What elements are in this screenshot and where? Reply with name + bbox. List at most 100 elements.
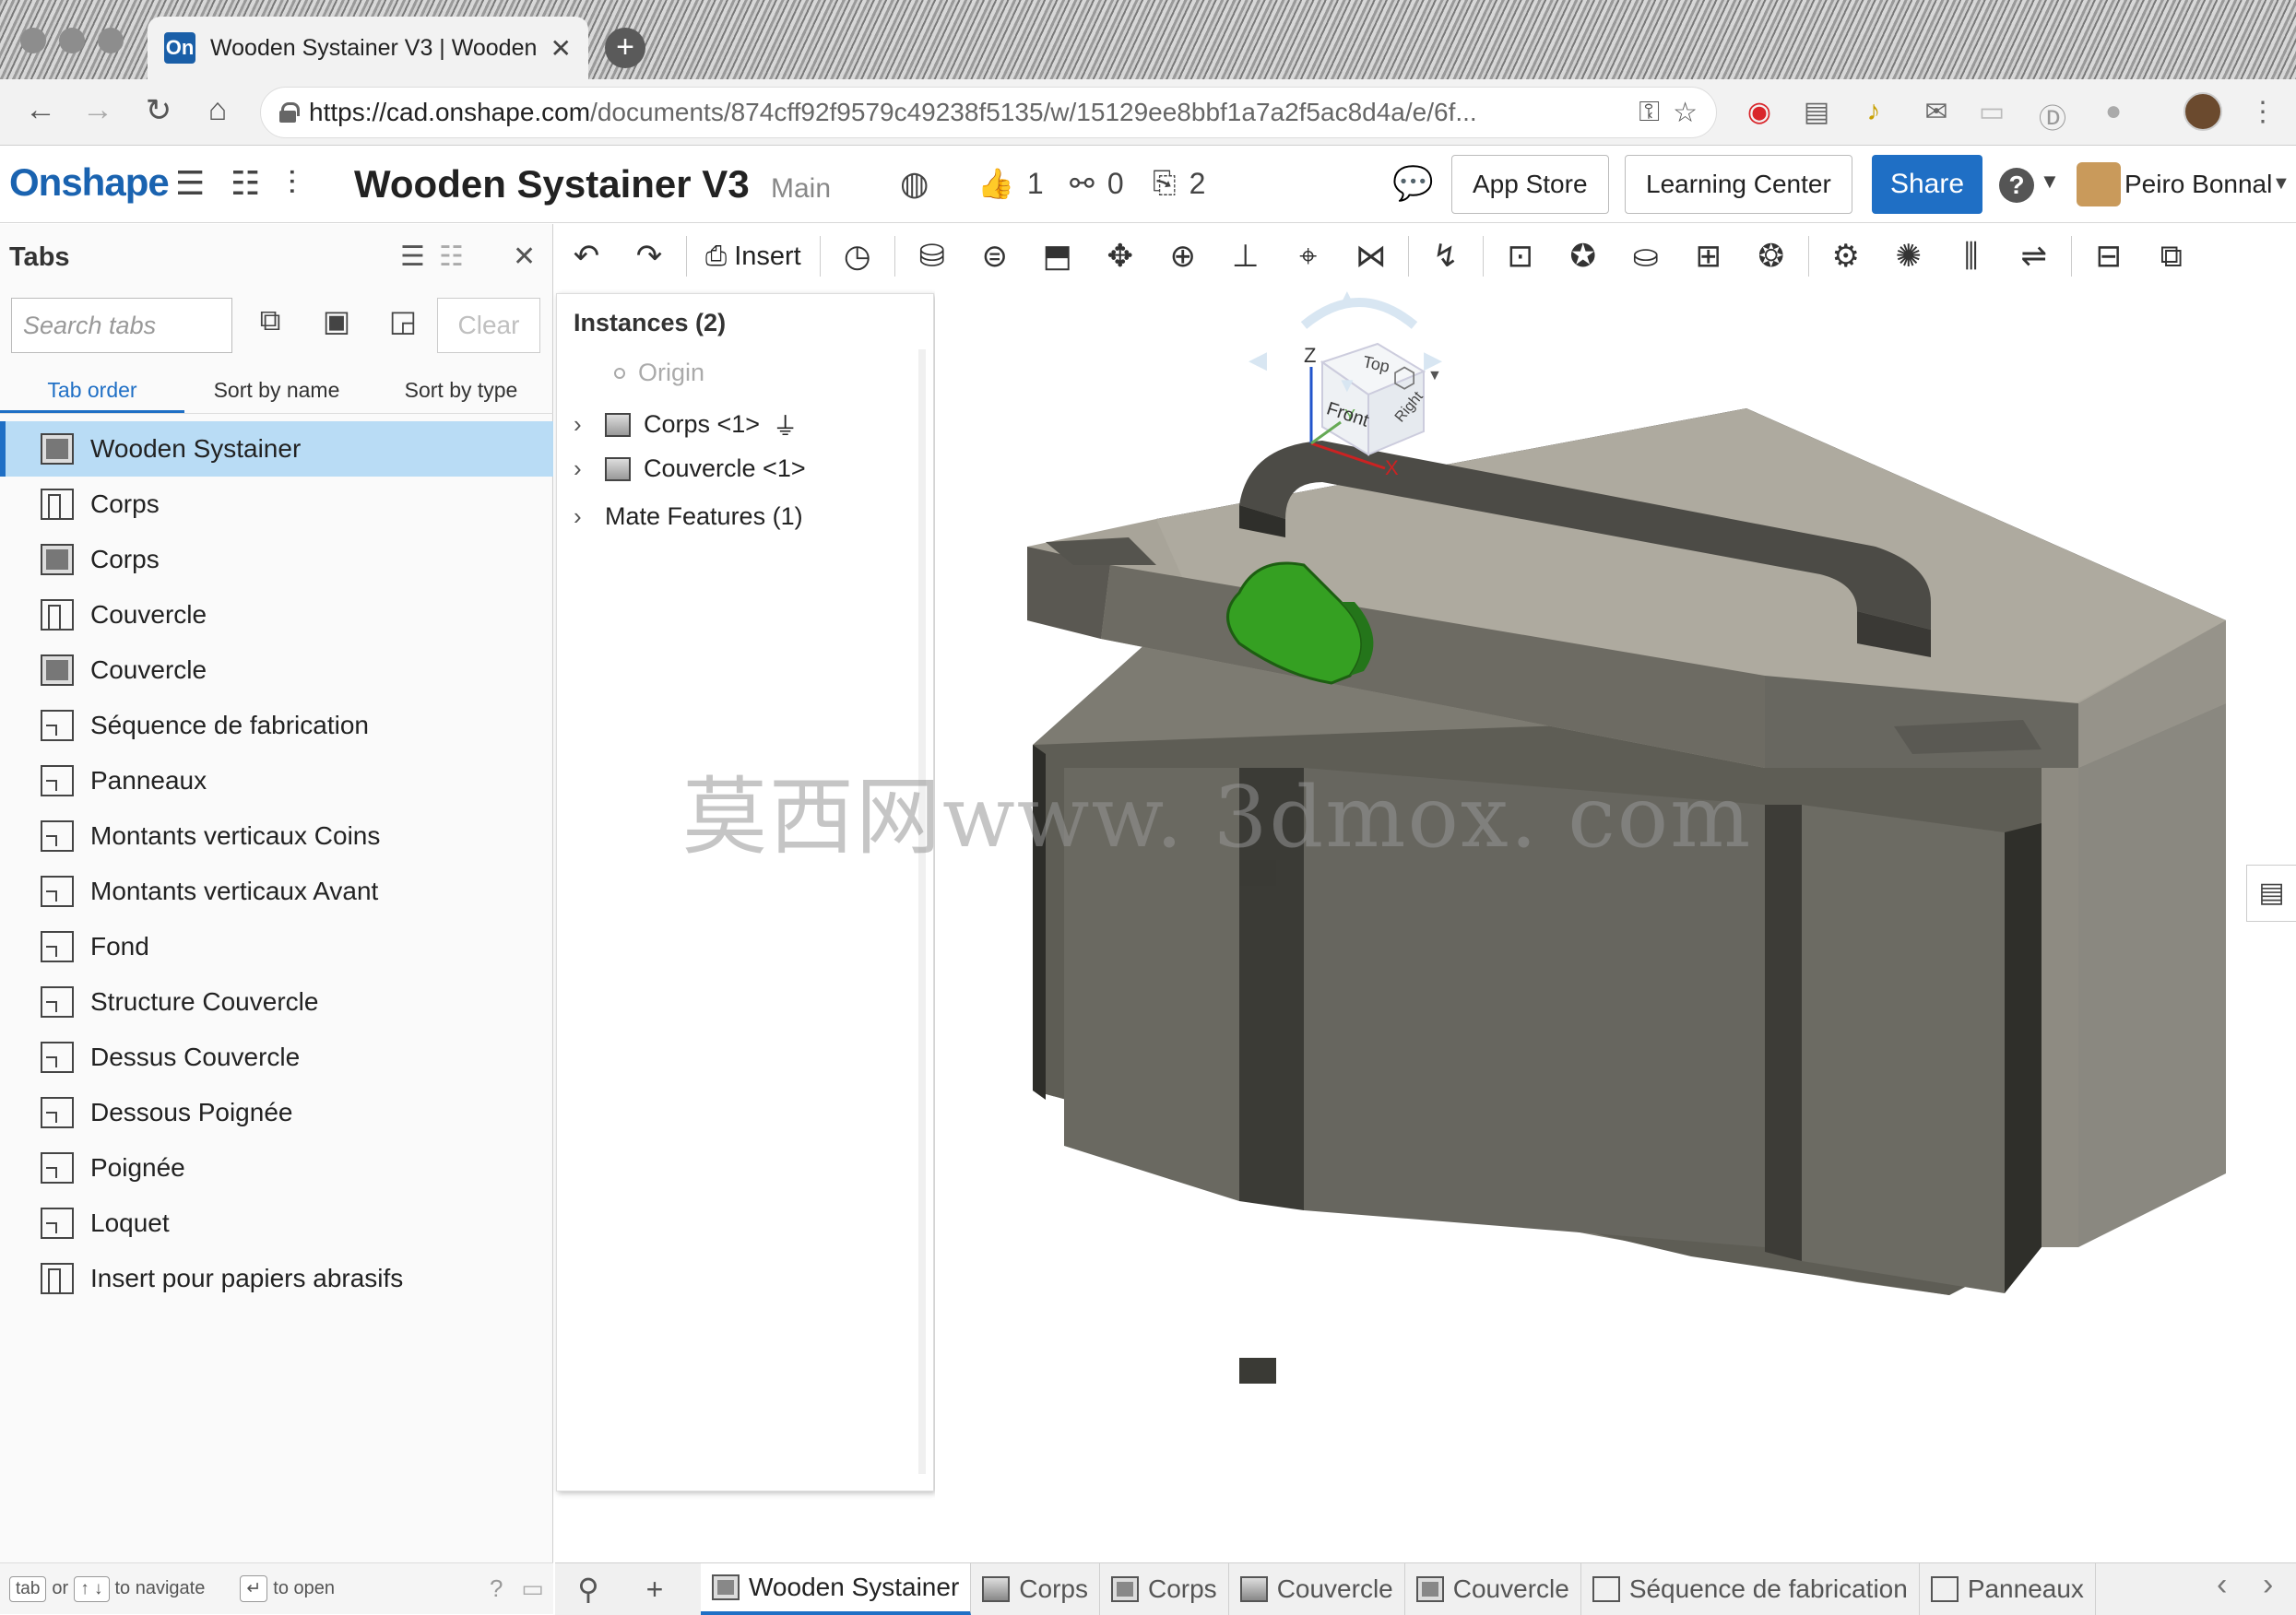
redo-icon[interactable]: ↷ [618,230,681,282]
user-avatar[interactable] [2077,162,2121,206]
tab-list-item[interactable]: Fond [0,919,553,974]
gear-relation-icon[interactable]: ⚙ [1815,230,1877,282]
list-view-icon[interactable]: ☰ [400,241,425,273]
detail-view-icon[interactable]: ☷ [439,241,464,273]
explode-icon[interactable]: ⧉ [2140,230,2203,282]
view-options-cube-icon[interactable]: ⬡ [1392,362,1416,395]
tab-list-item[interactable]: Structure Couvercle [0,974,553,1030]
back-icon[interactable]: ← [20,92,61,128]
mate-connector-icon[interactable]: ✪ [1552,230,1615,282]
filter-partstudio-icon[interactable]: ⧉ [247,303,293,349]
parallel-mate-icon[interactable]: ⋈ [1340,230,1402,282]
slider-mate-icon[interactable]: ⬒ [1026,230,1089,282]
instance-corps[interactable]: › Corps <1> ⏚ [574,407,798,442]
rotate-up-arrow-icon[interactable]: ▲ [1337,289,1357,309]
clock-icon[interactable]: ◷ [826,230,889,282]
relation-icon[interactable]: ⛀ [1615,230,1677,282]
linear-relation-icon[interactable]: ⇌ [2003,230,2065,282]
close-panel-icon[interactable]: ✕ [513,241,536,273]
key-icon[interactable]: ⚿ [1639,97,1660,128]
add-tab-icon[interactable]: + [621,1573,688,1607]
user-menu[interactable]: Peiro Bonnal [2124,170,2272,199]
clear-button[interactable]: Clear [437,298,540,353]
insert-button[interactable]: ⎙ Insert [692,242,814,272]
tab-list-item[interactable]: Dessus Couvercle [0,1030,553,1085]
browser-menu-icon[interactable]: ⋮ [2244,96,2281,128]
sort-by-name[interactable]: Sort by name [184,368,369,413]
sort-tab-order[interactable]: Tab order [0,368,184,413]
bottom-tab[interactable]: Corps [1100,1563,1229,1615]
undo-icon[interactable]: ↶ [555,230,618,282]
home-icon[interactable]: ⌂ [197,92,238,128]
extension-opera-icon[interactable]: ◉ [1741,96,1778,128]
view-options-dropdown-icon[interactable]: ▼ [1427,368,1442,384]
bottom-tab[interactable]: Couvercle [1229,1563,1405,1615]
learning-center-button[interactable]: Learning Center [1625,155,1852,214]
new-tab-button[interactable]: + [605,28,645,68]
tab-list-item[interactable]: Insert pour papiers abrasifs [0,1251,553,1306]
window-controls[interactable] [20,28,124,53]
links-counter[interactable]: ⚯ 0 [1070,166,1124,201]
tab-list-item[interactable]: Panneaux [0,753,553,808]
app-store-button[interactable]: App Store [1451,155,1609,214]
copies-counter[interactable]: ⎘ 2 [1153,166,1205,201]
help-dropdown-icon[interactable]: ▼ [2040,170,2060,194]
instances-scrollbar[interactable] [918,349,926,1474]
tab-list-item[interactable]: Corps [0,477,553,532]
url-input[interactable]: https://cad.onshape.com/documents/874cff… [260,87,1717,138]
ball-mate-icon[interactable]: ⌖ [1277,230,1340,282]
revolute-mate-icon[interactable]: ⊜ [964,230,1026,282]
extension-doc-icon[interactable]: ▤ [1798,96,1835,128]
measure-icon[interactable]: ⊟ [2077,230,2140,282]
likes-counter[interactable]: 👍 1 [977,166,1044,201]
tab-list-item[interactable]: Corps [0,532,553,587]
globe-icon[interactable]: ◍ [900,164,929,203]
group-icon[interactable]: ⊡ [1489,230,1552,282]
replicate-icon[interactable]: ⊞ [1677,230,1740,282]
close-tab-icon[interactable]: ✕ [550,33,572,64]
tab-manager-icon[interactable]: ⚲ [555,1572,621,1607]
comments-icon[interactable]: 💬 [1392,164,1434,203]
tab-list-item[interactable]: Couvercle [0,587,553,642]
view-cube[interactable]: Z X Y Top Front Right [1267,289,1451,482]
forward-icon[interactable]: → [77,92,118,128]
browser-profile-avatar[interactable] [2184,92,2222,131]
help-circle-icon[interactable]: ? [490,1574,503,1603]
cylindrical-mate-icon[interactable]: ⊕ [1152,230,1214,282]
tab-list-item[interactable]: Loquet [0,1196,553,1251]
tab-list-item[interactable]: Montants verticaux Avant [0,864,553,919]
document-title[interactable]: Wooden Systainer V3 [354,162,750,206]
bottom-tab[interactable]: Panneaux [1920,1563,2096,1615]
extension-bell-icon[interactable]: ♪ [1855,96,1892,127]
rotate-left-arrow-icon[interactable]: ◀ [1249,346,1267,374]
help-icon[interactable]: ? [1999,168,2034,203]
scroll-tabs-right-icon[interactable]: › [2263,1567,2273,1603]
bottom-tab[interactable]: Séquence de fabrication [1581,1563,1920,1615]
graphics-viewport[interactable]: Z X Y Top Front Right ▶ ◀ ▲ ▼ ⬡ ▼ [935,289,2296,1562]
extension-d-icon[interactable]: Ⓓ [2034,96,2071,136]
side-list-icon[interactable]: ▤ [2246,865,2296,922]
origin-item[interactable]: Origin [614,359,704,387]
extension-circle-icon[interactable]: ● [2095,96,2132,127]
bookmark-star-icon[interactable]: ☆ [1673,97,1698,129]
tab-list-item[interactable]: Montants verticaux Coins [0,808,553,864]
search-tabs-input[interactable]: Search tabs [11,298,232,353]
mate-features-folder[interactable]: › Mate Features (1) [574,502,803,531]
reload-icon[interactable]: ↻ [138,92,179,129]
bottom-tab[interactable]: Wooden Systainer [701,1563,972,1615]
insert-feature-icon[interactable]: ⫶ [288,164,296,204]
branch-label[interactable]: Main [771,173,831,205]
expand-chevron-icon[interactable]: › [574,454,592,483]
hamburger-menu-icon[interactable]: ☰ [175,164,205,203]
sort-by-type[interactable]: Sort by type [369,368,553,413]
expand-chevron-icon[interactable]: › [574,502,592,531]
pattern-icon[interactable]: ❂ [1740,230,1803,282]
feature-list-icon[interactable]: ☷ [231,164,260,203]
bottom-tab[interactable]: Corps [971,1563,1100,1615]
tangent-mate-icon[interactable]: ↯ [1414,230,1477,282]
onshape-logo[interactable]: Onshape [9,160,170,205]
browser-tab[interactable]: On Wooden Systainer V3 | Wooden... ✕ [148,17,588,79]
dock-icon[interactable]: ▭ [521,1574,544,1603]
user-dropdown-icon[interactable]: ▼ [2272,173,2290,195]
rack-pinion-icon[interactable]: ✺ [1877,230,1940,282]
